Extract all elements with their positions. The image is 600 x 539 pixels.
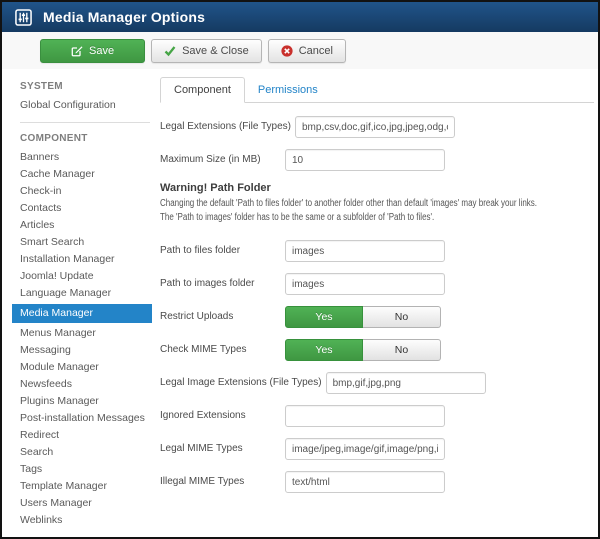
sidebar-section-system: SYSTEM [20, 81, 63, 92]
warning-path-folder: Warning! Path Folder Changing the default… [160, 182, 594, 225]
field-label-check-mime-types: Check MIME Types [160, 344, 247, 355]
warning-text-line: Changing the default 'Path to files fold… [160, 198, 537, 209]
sidebar-item-newsfeeds[interactable]: Newsfeeds [2, 376, 152, 393]
form-row-restrict-uploads: Restrict Uploads Yes No [160, 306, 594, 328]
input-path-to-files-folder[interactable] [285, 240, 445, 262]
sidebar-item-users-manager[interactable]: Users Manager [2, 495, 152, 512]
form-row-illegal-mime-types: Illegal MIME Types [160, 471, 594, 493]
form-row-maximum-size-in-mb: Maximum Size (in MB) [160, 149, 594, 171]
warning-text-line: The 'Path to images' folder has to be th… [160, 212, 435, 223]
page-title: Media Manager Options [43, 9, 206, 25]
toggle-restrict-uploads: Yes No [285, 306, 441, 328]
sidebar-item-media-manager[interactable]: Media Manager [12, 304, 152, 323]
tab-component[interactable]: Component [160, 77, 245, 103]
toggle-option-check-mime-types-yes[interactable]: Yes [285, 339, 363, 361]
input-legal-mime-types[interactable] [285, 438, 445, 460]
input-maximum-size-in-mb[interactable] [285, 149, 445, 171]
sidebar-item-installation-manager[interactable]: Installation Manager [2, 251, 152, 268]
sidebar-item-template-manager[interactable]: Template Manager [2, 478, 152, 495]
sidebar-nav: SYSTEM Global Configuration COMPONENT Banne… [2, 69, 152, 537]
sidebar-item-language-manager[interactable]: Language Manager [2, 285, 152, 302]
app-window: Media Manager Options Save Save & Close [0, 0, 600, 539]
sidebar-item-cache-manager[interactable]: Cache Manager [2, 166, 152, 183]
sidebar-item-joomla-update[interactable]: Joomla! Update [2, 268, 152, 285]
input-illegal-mime-types[interactable] [285, 471, 445, 493]
sidebar-item-contacts[interactable]: Contacts [2, 200, 152, 217]
field-label-restrict-uploads: Restrict Uploads [160, 311, 234, 322]
save-pencil-icon [71, 45, 83, 57]
sidebar-item-articles[interactable]: Articles [2, 217, 152, 234]
sidebar-item-menus-manager[interactable]: Menus Manager [2, 325, 152, 342]
save-close-button[interactable]: Save & Close [151, 38, 262, 63]
sidebar-divider [20, 122, 150, 123]
toggle-option-restrict-uploads-yes[interactable]: Yes [285, 306, 363, 328]
sidebar-item-module-manager[interactable]: Module Manager [2, 359, 152, 376]
field-label-illegal-mime-types: Illegal MIME Types [160, 476, 245, 487]
sidebar-item-check-in[interactable]: Check-in [2, 183, 152, 200]
input-legal-extensions-file-types[interactable] [295, 116, 455, 138]
sidebar-section-component: COMPONENT [20, 133, 88, 144]
field-label-ignored-extensions: Ignored Extensions [160, 410, 246, 421]
toolbar: Save Save & Close Cancel [2, 32, 598, 69]
sidebar-item-tags[interactable]: Tags [2, 461, 152, 478]
toggle-check-mime-types: Yes No [285, 339, 441, 361]
save-close-button-label: Save & Close [182, 44, 249, 57]
form-row-legal-mime-types: Legal MIME Types [160, 438, 594, 460]
sidebar-item-search[interactable]: Search [2, 444, 152, 461]
save-button-label: Save [89, 44, 115, 57]
field-label-legal-extensions-file-types: Legal Extensions (File Types) [160, 121, 291, 132]
sidebar-item-plugins-manager[interactable]: Plugins Manager [2, 393, 152, 410]
form-row-path-to-images-folder: Path to images folder [160, 273, 594, 295]
sidebar-item-messaging[interactable]: Messaging [2, 342, 152, 359]
input-legal-image-extensions-file-types[interactable] [325, 372, 486, 394]
cancel-button[interactable]: Cancel [267, 38, 346, 63]
form-row-legal-image-extensions-file-types: Legal Image Extensions (File Types) [160, 372, 594, 394]
field-label-path-to-files-folder: Path to files folder [160, 245, 241, 256]
sidebar-item-smart-search[interactable]: Smart Search [2, 234, 152, 251]
content-area: SYSTEM Global Configuration COMPONENT Banne… [2, 69, 598, 537]
field-label-legal-mime-types: Legal MIME Types [160, 443, 243, 454]
input-path-to-images-folder[interactable] [285, 273, 445, 295]
tab-permissions[interactable]: Permissions [245, 78, 331, 102]
title-bar: Media Manager Options [2, 2, 598, 32]
field-label-maximum-size-in-mb: Maximum Size (in MB) [160, 154, 261, 165]
sidebar-item-post-installation-messages[interactable]: Post-installation Messages [2, 410, 152, 427]
cancel-x-icon [281, 44, 293, 57]
save-button[interactable]: Save [40, 38, 146, 63]
options-form: Legal Extensions (File Types) Maximum Siz… [160, 116, 594, 493]
tab-bar: Component Permissions [160, 77, 594, 103]
sidebar-item-global-configuration[interactable]: Global Configuration [2, 97, 152, 114]
options-sliders-icon [15, 8, 32, 26]
field-label-legal-image-extensions-file-types: Legal Image Extensions (File Types) [160, 377, 322, 388]
sidebar-item-weblinks[interactable]: Weblinks [2, 512, 152, 529]
toggle-option-restrict-uploads-no[interactable]: No [363, 306, 441, 328]
sidebar-item-banners[interactable]: Banners [2, 149, 152, 166]
cancel-button-label: Cancel [298, 44, 333, 57]
check-icon [164, 45, 176, 57]
form-row-ignored-extensions: Ignored Extensions [160, 405, 594, 427]
field-label-path-to-images-folder: Path to images folder [160, 278, 255, 289]
form-row-path-to-files-folder: Path to files folder [160, 240, 594, 262]
warning-title: Warning! Path Folder [160, 182, 271, 194]
input-ignored-extensions[interactable] [285, 405, 445, 427]
main-panel: Component Permissions Legal Extensions (… [152, 69, 598, 537]
form-row-legal-extensions-file-types: Legal Extensions (File Types) [160, 116, 594, 138]
sidebar-item-redirect[interactable]: Redirect [2, 427, 152, 444]
form-row-check-mime-types: Check MIME Types Yes No [160, 339, 594, 361]
toggle-option-check-mime-types-no[interactable]: No [363, 339, 441, 361]
